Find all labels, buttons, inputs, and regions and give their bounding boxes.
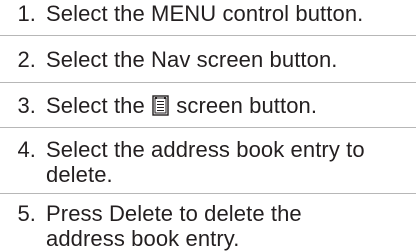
divider — [0, 82, 416, 83]
step-number: 2. — [17, 47, 36, 72]
step-text-line: Select the address book entry to — [46, 137, 365, 162]
step-text: Select the Nav screen button. — [46, 47, 338, 72]
step-1: 1. Select the MENU control button. — [0, 1, 406, 26]
step-text: Press Delete to delete the address book … — [46, 201, 406, 251]
step-4: 4. Select the address book entry to dele… — [0, 137, 406, 187]
step-text-line: address book entry. — [46, 226, 240, 251]
step-text: Select the address book entry to delete. — [46, 137, 406, 187]
step-number: 1. — [17, 1, 36, 26]
divider — [0, 35, 416, 36]
step-text: Select the screen button. — [46, 93, 406, 118]
step-text: Select the MENU control button. — [46, 1, 364, 26]
step-text-line: delete. — [46, 162, 113, 187]
step-text-line: Press Delete to delete the — [46, 201, 302, 226]
step-number: 3. — [17, 93, 36, 118]
address-book-icon — [152, 95, 169, 116]
step-text-after: screen button. — [176, 93, 318, 118]
step-number: 4. — [17, 137, 36, 162]
step-2: 2. Select the Nav screen button. — [0, 47, 406, 72]
step-3: 3. Select the screen button. — [0, 93, 406, 118]
step-number: 5. — [17, 201, 36, 226]
step-text-before: Select the — [46, 93, 145, 118]
divider — [0, 127, 416, 128]
divider — [0, 193, 416, 194]
step-5: 5. Press Delete to delete the address bo… — [0, 201, 406, 251]
